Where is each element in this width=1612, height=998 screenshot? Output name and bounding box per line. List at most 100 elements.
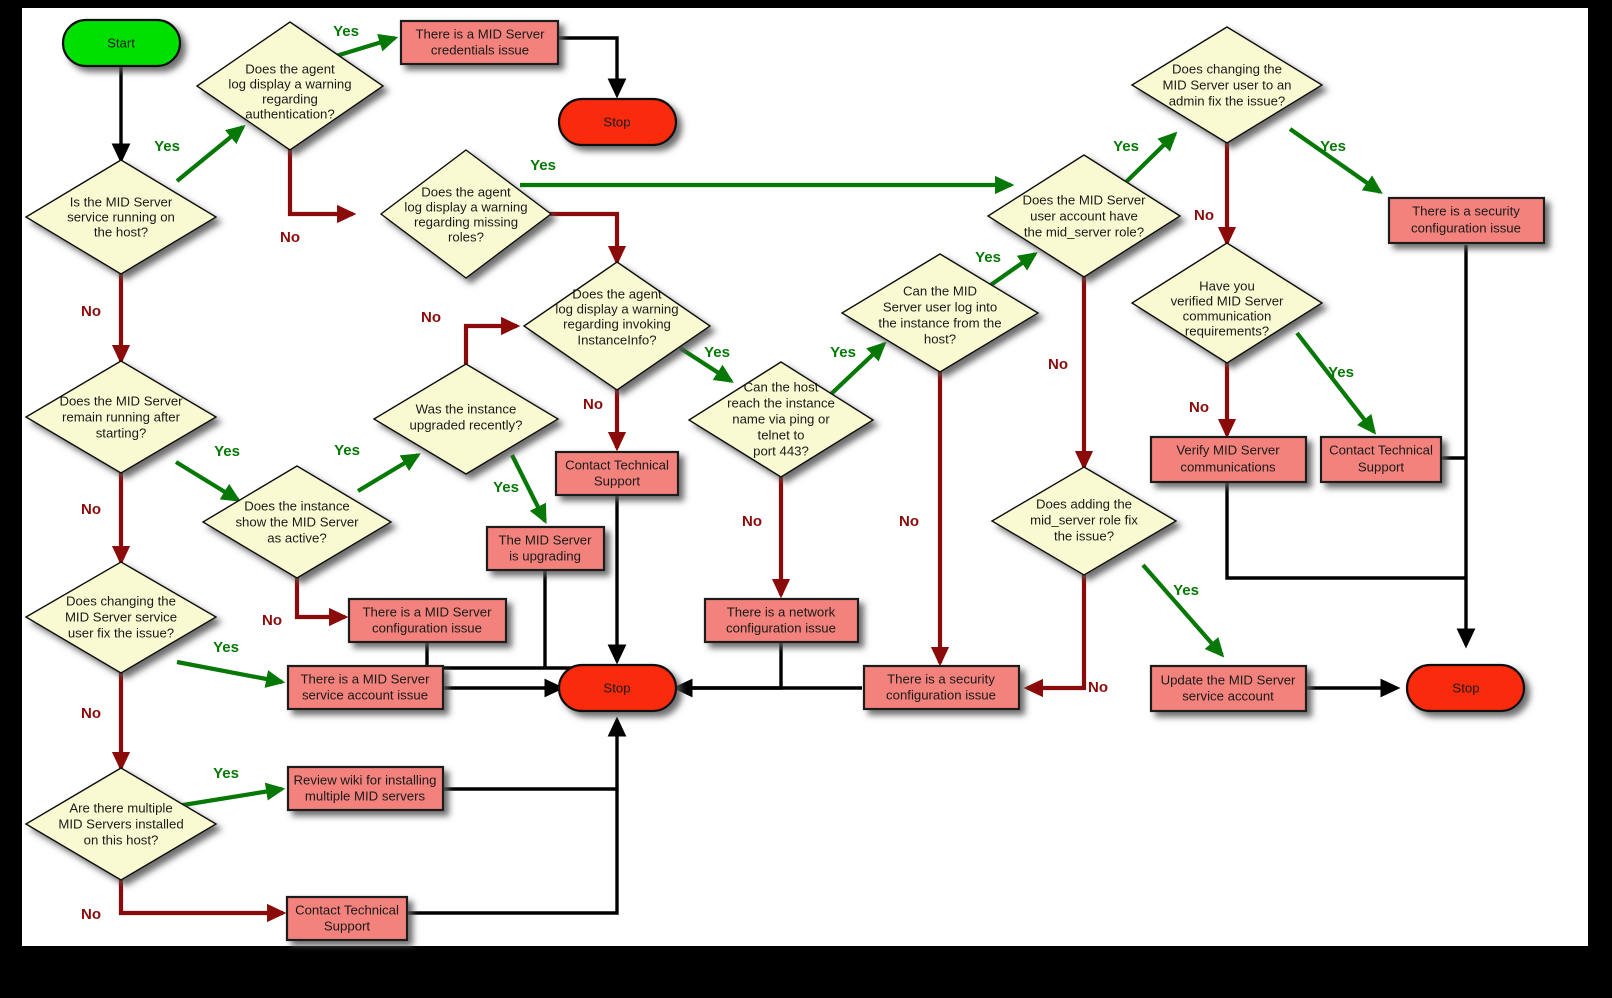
flowchart-svg: Start Is the MID Server service running … bbox=[22, 8, 1588, 946]
node-upgraded-recently-line2: upgraded recently? bbox=[410, 417, 523, 432]
node-is-service-running-line1: Is the MID Server bbox=[70, 194, 173, 209]
node-security-config-center-line2: configuration issue bbox=[886, 687, 996, 702]
node-upgraded-recently-line1: Was the instance bbox=[416, 401, 517, 416]
node-start-label: Start bbox=[107, 35, 135, 50]
edge-label-verified-comms-no: No bbox=[1189, 399, 1209, 416]
edge-label-change-service-user-no: No bbox=[81, 705, 101, 722]
node-start[interactable]: Start bbox=[61, 18, 182, 68]
node-update-service-account-line1: Update the MID Server bbox=[1161, 672, 1296, 687]
node-security-config-right[interactable]: There is a security configuration issue bbox=[1387, 196, 1546, 245]
node-mid-upgrading-line2: is upgrading bbox=[509, 548, 581, 563]
node-mid-server-role-line3: the mid_server role? bbox=[1024, 224, 1144, 239]
node-security-config-center[interactable]: There is a security configuration issue bbox=[862, 664, 1021, 711]
node-contact-support-mid-line1: Contact Technical bbox=[565, 457, 669, 472]
edge-label-mid-server-role-no: No bbox=[1048, 356, 1068, 373]
node-contact-support-bottom-line2: Support bbox=[324, 918, 371, 933]
node-user-login-line1: Can the MID bbox=[903, 283, 977, 298]
node-instanceinfo-line2: log display a warning bbox=[555, 301, 678, 316]
edge-label-service-running-yes: Yes bbox=[154, 138, 180, 155]
node-update-service-account[interactable]: Update the MID Server service account bbox=[1149, 664, 1308, 713]
node-change-to-admin-line1: Does changing the bbox=[1172, 61, 1282, 76]
node-multiple-mid-line1: Are there multiple bbox=[69, 800, 172, 815]
node-contact-support-bottom-line1: Contact Technical bbox=[295, 902, 399, 917]
node-auth-warning-line1: Does the agent bbox=[245, 61, 335, 76]
edge-label-multiple-mid-no: No bbox=[81, 906, 101, 923]
edge-label-verified-comms-yes: Yes bbox=[1328, 364, 1354, 381]
node-verify-comms[interactable]: Verify MID Server communications bbox=[1149, 435, 1308, 484]
node-remain-running-line1: Does the MID Server bbox=[59, 393, 183, 408]
edge-label-change-service-user-yes: Yes bbox=[213, 639, 239, 656]
node-host-reach-line1: Can the host bbox=[744, 379, 819, 394]
node-mid-upgrading[interactable]: The MID Server is upgrading bbox=[485, 525, 606, 572]
node-verified-comms-line3: communication bbox=[1183, 308, 1272, 323]
node-contact-support-mid-line2: Support bbox=[594, 473, 641, 488]
edge-label-adding-role-no: No bbox=[1088, 679, 1108, 696]
node-user-login-line4: host? bbox=[924, 331, 956, 346]
node-security-config-center-line1: There is a security bbox=[887, 671, 995, 686]
node-review-wiki-line1: Review wiki for installing bbox=[294, 772, 437, 787]
node-change-service-user-line2: MID Server service bbox=[65, 609, 177, 624]
node-security-config-right-line2: configuration issue bbox=[1411, 220, 1521, 235]
node-network-config-issue[interactable]: There is a network configuration issue bbox=[703, 597, 860, 644]
node-service-account-issue[interactable]: There is a MID Server service account is… bbox=[286, 664, 445, 711]
edge-label-host-reach-yes: Yes bbox=[830, 344, 856, 361]
node-adding-role-line3: the issue? bbox=[1054, 528, 1114, 543]
node-stop-top[interactable]: Stop bbox=[557, 97, 678, 147]
edge-label-missing-roles-yes: Yes bbox=[530, 157, 556, 174]
node-user-login-line3: the instance from the bbox=[878, 315, 1001, 330]
node-remain-running-line3: starting? bbox=[96, 425, 147, 440]
node-missing-roles-line4: roles? bbox=[448, 229, 484, 244]
node-verified-comms-line4: requirements? bbox=[1185, 323, 1269, 338]
node-adding-role-line1: Does adding the bbox=[1036, 496, 1132, 511]
node-is-service-running-line3: the host? bbox=[94, 224, 148, 239]
node-stop-right[interactable]: Stop bbox=[1405, 663, 1526, 713]
node-instance-active-line2: show the MID Server bbox=[235, 514, 359, 529]
edge-label-instance-active-no: No bbox=[262, 612, 282, 629]
node-review-wiki[interactable]: Review wiki for installing multiple MID … bbox=[286, 765, 445, 812]
node-service-account-issue-line1: There is a MID Server bbox=[301, 671, 431, 686]
node-mid-config-issue[interactable]: There is a MID Server configuration issu… bbox=[347, 597, 508, 644]
node-instanceinfo-line1: Does the agent bbox=[572, 286, 662, 301]
node-verify-comms-line1: Verify MID Server bbox=[1176, 442, 1280, 457]
node-mid-upgrading-line1: The MID Server bbox=[498, 532, 592, 547]
edge-label-instanceinfo-yes: Yes bbox=[704, 344, 730, 361]
node-instanceinfo-line4: InstanceInfo? bbox=[577, 332, 656, 347]
node-change-to-admin-line3: admin fix the issue? bbox=[1169, 93, 1286, 108]
node-contact-support-mid[interactable]: Contact Technical Support bbox=[554, 450, 680, 497]
node-credentials-issue-line2: credentials issue bbox=[431, 42, 529, 57]
node-contact-support-right-line1: Contact Technical bbox=[1329, 442, 1433, 457]
node-stop-center-label: Stop bbox=[603, 680, 630, 695]
node-multiple-mid-line2: MID Servers installed bbox=[58, 816, 183, 831]
node-stop-right-label: Stop bbox=[1452, 680, 1479, 695]
edge-label-instance-active-yes: Yes bbox=[334, 442, 360, 459]
node-auth-warning-line4: authentication? bbox=[245, 106, 334, 121]
node-instance-active-line3: as active? bbox=[267, 530, 326, 545]
node-host-reach-line4: telnet to bbox=[758, 427, 805, 442]
edge-label-upgraded-yes: Yes bbox=[493, 479, 519, 496]
node-adding-role-line2: mid_server role fix bbox=[1030, 512, 1138, 527]
flowchart-canvas: Start Is the MID Server service running … bbox=[0, 0, 1612, 998]
node-auth-warning-line3: regarding bbox=[262, 91, 318, 106]
edge-label-mid-server-role-yes: Yes bbox=[1113, 138, 1139, 155]
node-credentials-issue[interactable]: There is a MID Server credentials issue bbox=[399, 19, 560, 66]
node-review-wiki-line2: multiple MID servers bbox=[305, 788, 426, 803]
node-contact-support-right[interactable]: Contact Technical Support bbox=[1319, 435, 1443, 484]
node-mid-config-issue-line1: There is a MID Server bbox=[363, 604, 493, 619]
edge-label-remain-running-yes: Yes bbox=[214, 443, 240, 460]
node-service-account-issue-line2: service account issue bbox=[302, 687, 428, 702]
node-missing-roles-line2: log display a warning bbox=[404, 199, 527, 214]
node-update-service-account-line2: service account bbox=[1182, 688, 1274, 703]
node-verify-comms-line2: communications bbox=[1180, 459, 1276, 474]
node-host-reach-line5: port 443? bbox=[753, 443, 809, 458]
node-mid-server-role-line1: Does the MID Server bbox=[1022, 192, 1146, 207]
edge-label-auth-no: No bbox=[280, 229, 300, 246]
node-stop-center[interactable]: Stop bbox=[557, 663, 678, 713]
node-contact-support-bottom[interactable]: Contact Technical Support bbox=[285, 895, 409, 942]
node-network-config-issue-line1: There is a network bbox=[727, 604, 836, 619]
node-network-config-issue-line2: configuration issue bbox=[726, 620, 836, 635]
edge-label-remain-running-no: No bbox=[81, 501, 101, 518]
node-remain-running-line2: remain running after bbox=[62, 409, 181, 424]
node-verified-comms-line2: verified MID Server bbox=[1171, 293, 1284, 308]
edge-label-instanceinfo-no: No bbox=[583, 396, 603, 413]
node-mid-server-role-line2: user account have bbox=[1030, 208, 1138, 223]
